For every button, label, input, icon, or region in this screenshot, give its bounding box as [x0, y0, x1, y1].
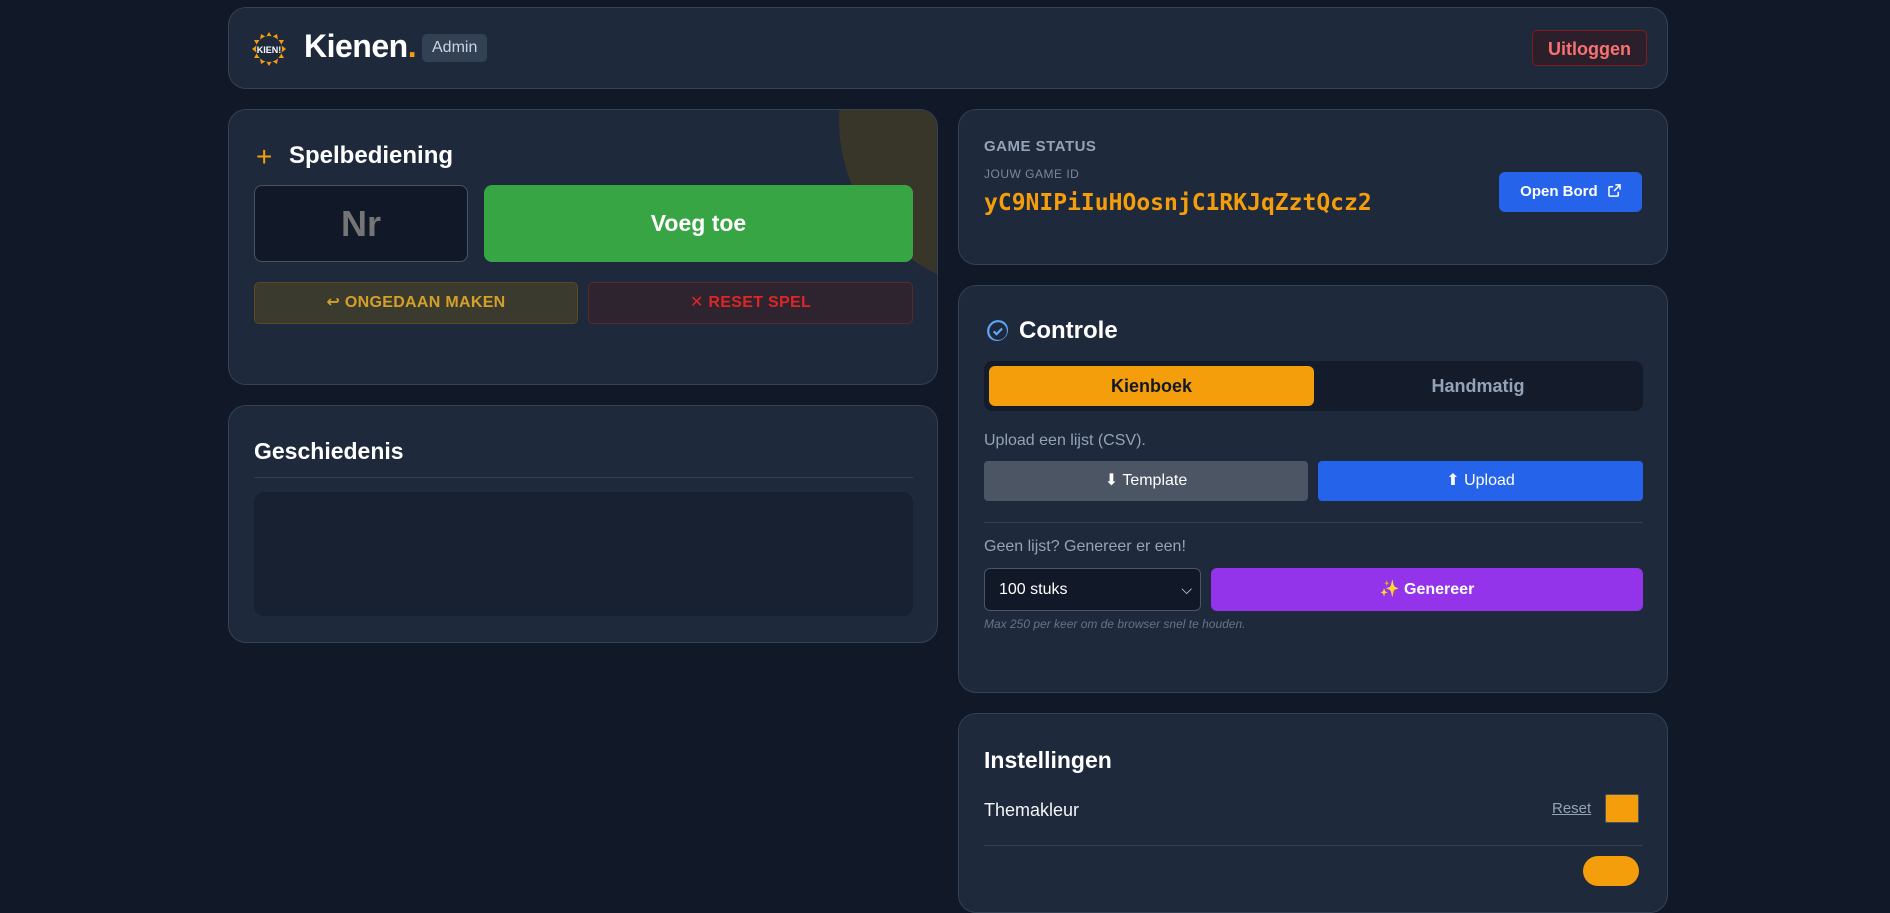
download-template-button[interactable]: ⬇ Template	[984, 461, 1308, 501]
upload-hint: Upload een lijst (CSV).	[984, 432, 1146, 449]
game-status-panel: GAME STATUS JOUW GAME ID yC9NIPiIuHOosnj…	[958, 109, 1668, 265]
generate-hint: Geen lijst? Genereer er een!	[984, 538, 1186, 555]
kien-logo-icon: KIEN!	[252, 32, 286, 66]
controls-title: Spelbediening	[289, 142, 454, 169]
status-heading: GAME STATUS	[984, 138, 1097, 155]
theme-color-label: Themakleur	[984, 800, 1080, 820]
check-panel: Controle Kienboek Handmatig Upload een l…	[958, 285, 1668, 693]
theme-color-picker[interactable]	[1605, 794, 1639, 823]
history-title: Geschiedenis	[254, 438, 404, 464]
open-board-label: Open Bord	[1520, 183, 1598, 200]
settings-panel: Instellingen Themakleur Reset	[958, 713, 1668, 913]
settings-title: Instellingen	[984, 747, 1112, 773]
brand-title: Kienen.	[304, 28, 417, 64]
history-divider	[254, 477, 913, 478]
role-badge: Admin	[422, 34, 488, 62]
check-divider	[984, 522, 1643, 523]
settings-divider	[984, 845, 1643, 846]
logout-button[interactable]: Uitloggen	[1532, 30, 1647, 66]
tab-handmatig[interactable]: Handmatig	[1318, 366, 1638, 406]
upload-button[interactable]: ⬆ Upload	[1318, 461, 1643, 501]
game-id-value: yC9NIPiIuHOosnjC1RKJqZztQcz2	[984, 190, 1372, 216]
add-number-button[interactable]: Voeg toe	[484, 185, 913, 262]
history-panel: Geschiedenis	[228, 405, 938, 643]
quantity-select-value: 100 stuks	[999, 581, 1068, 598]
theme-reset-link[interactable]: Reset	[1552, 800, 1591, 817]
external-link-icon	[1608, 184, 1621, 197]
undo-button[interactable]: ↩ ONGEDAAN MAKEN	[254, 282, 578, 324]
game-controls-panel: + Spelbediening Voeg toe ↩ ONGEDAAN MAKE…	[228, 109, 938, 385]
reset-game-button[interactable]: ✕ RESET SPEL	[588, 282, 913, 324]
history-list	[254, 492, 913, 616]
generate-button[interactable]: ✨ Genereer	[1211, 568, 1643, 611]
open-board-button[interactable]: Open Bord	[1499, 172, 1642, 212]
generate-limit-note: Max 250 per keer om de browser snel te h…	[984, 617, 1246, 631]
plus-icon: +	[256, 141, 273, 172]
tab-kienboek[interactable]: Kienboek	[989, 366, 1314, 406]
check-title: Controle	[1019, 317, 1118, 344]
svg-text:KIEN!: KIEN!	[257, 45, 282, 55]
game-id-label: JOUW GAME ID	[984, 167, 1080, 181]
chevron-down-icon: ⌵	[1181, 581, 1192, 597]
check-circle-icon	[987, 320, 1008, 341]
quantity-select[interactable]: 100 stuks ⌵	[984, 568, 1201, 611]
check-mode-tabs: Kienboek Handmatig	[984, 361, 1643, 411]
top-header: KIEN! Kienen. Admin Uitloggen	[228, 7, 1668, 89]
number-input[interactable]	[254, 185, 468, 262]
